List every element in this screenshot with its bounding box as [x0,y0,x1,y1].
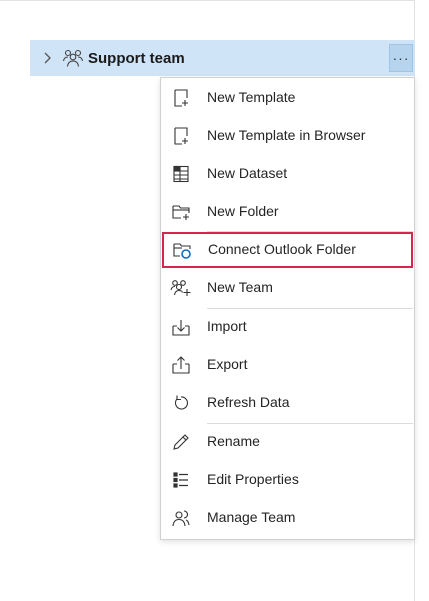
menu-label: Connect Outlook Folder [208,241,356,257]
menu-item-edit-properties[interactable]: Edit Properties [161,462,414,498]
frame-top-border [0,0,414,1]
menu-label: Export [207,356,248,372]
manage-team-icon [169,506,193,530]
export-icon [169,353,193,377]
refresh-icon [169,391,193,415]
team-icon [60,48,86,68]
new-template-browser-icon [169,124,193,148]
menu-label: New Dataset [207,165,288,181]
new-team-icon [169,276,193,300]
menu-item-connect-outlook-folder[interactable]: Connect Outlook Folder [162,232,413,268]
new-folder-icon [169,200,193,224]
menu-label: Edit Properties [207,471,299,487]
menu-item-refresh-data[interactable]: Refresh Data [161,385,414,421]
more-options-button[interactable]: ··· [389,44,413,72]
menu-label: Refresh Data [207,394,290,410]
menu-item-rename[interactable]: Rename [161,424,414,460]
menu-item-new-dataset[interactable]: New Dataset [161,156,414,192]
menu-label: Rename [207,433,260,449]
team-name-label: Support team [88,49,185,67]
menu-label: New Team [207,279,273,295]
menu-item-new-folder[interactable]: New Folder [161,194,414,230]
tree-item-support-team[interactable]: Support team ··· [30,40,415,76]
menu-item-manage-team[interactable]: Manage Team [161,500,414,536]
new-template-icon [169,86,193,110]
menu-label: Manage Team [207,509,296,525]
menu-label: New Folder [207,203,279,219]
outlook-folder-icon [170,238,194,262]
context-menu: New Template New Template in Browser New… [160,77,415,540]
menu-item-new-team[interactable]: New Team [161,270,414,306]
menu-item-import[interactable]: Import [161,309,414,345]
menu-label: Import [207,318,247,334]
menu-item-export[interactable]: Export [161,347,414,383]
menu-label: New Template [207,89,296,105]
menu-item-new-template-browser[interactable]: New Template in Browser [161,118,414,154]
rename-icon [169,430,193,454]
import-icon [169,315,193,339]
menu-label: New Template in Browser [207,127,366,143]
chevron-right-icon[interactable] [38,52,56,64]
properties-icon [169,468,193,492]
menu-item-new-template[interactable]: New Template [161,80,414,116]
dataset-icon [169,162,193,186]
